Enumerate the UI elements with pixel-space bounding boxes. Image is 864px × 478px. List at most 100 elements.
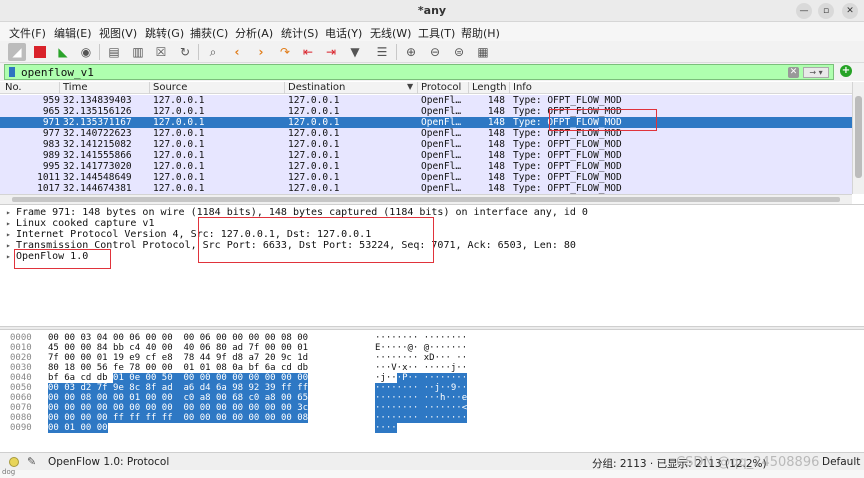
menu-wireless[interactable]: 无线(W): [370, 25, 411, 41]
bytes-hex[interactable]: 45 00 00 84 bb c4 40 00 40 06 80 ad 7f 0…: [48, 343, 308, 353]
interface-icon[interactable]: ◢: [8, 43, 26, 61]
display-filter-input[interactable]: openflow_v1 ✕ → ▾: [4, 64, 834, 80]
bytes-hex[interactable]: 80 18 00 56 fe 78 00 00 01 01 08 0a bf 6…: [48, 363, 308, 373]
packet-protocol: OpenFl…: [421, 95, 462, 106]
bytes-hex[interactable]: bf 6a cd db 01 0e 00 50 00 00 00 00 00 0…: [48, 373, 309, 383]
bytes-hex[interactable]: 00 00 03 04 00 06 00 00 00 06 00 00 00 0…: [48, 333, 308, 343]
zoom-out-icon[interactable]: ⊖: [426, 43, 444, 61]
packet-protocol: OpenFl…: [421, 128, 462, 139]
bytes-ascii[interactable]: ········ ········: [375, 333, 467, 343]
menu-statistics[interactable]: 统计(S): [281, 25, 319, 41]
edit-comment-icon[interactable]: ✎: [27, 455, 36, 468]
column-destination[interactable]: Destination: [285, 82, 418, 94]
bottom-strip: dog: [0, 468, 864, 478]
menu-edit[interactable]: 编辑(E): [54, 25, 92, 41]
display-filter-text[interactable]: openflow_v1: [21, 66, 94, 79]
hscroll-thumb[interactable]: [12, 197, 840, 202]
title-bar: *any — ▫ ✕: [0, 0, 864, 22]
toolbar-separator: [198, 44, 199, 60]
bytes-ascii[interactable]: ········ ··j··9··: [375, 383, 468, 393]
normal-size-icon[interactable]: ⊜: [450, 43, 468, 61]
capture-options-icon[interactable]: ◉: [77, 43, 95, 61]
packet-list-hscrollbar[interactable]: [0, 194, 852, 204]
last-packet-icon[interactable]: ⇥: [322, 43, 340, 61]
menu-file[interactable]: 文件(F): [9, 25, 46, 41]
column-time[interactable]: Time: [60, 82, 150, 94]
packet-source: 127.0.0.1: [153, 95, 205, 106]
packet-list-vscrollbar[interactable]: [852, 82, 864, 194]
bytes-ascii[interactable]: ····: [375, 423, 397, 433]
bytes-hex[interactable]: 00 00 08 00 00 01 00 00 c0 a8 00 68 c0 a…: [48, 393, 309, 403]
bookmark-icon[interactable]: [9, 67, 15, 77]
menu-analyze[interactable]: 分析(A): [235, 25, 273, 41]
close-icon[interactable]: ✕: [842, 3, 858, 19]
bytes-hex[interactable]: 00 01 00 00: [48, 423, 108, 433]
zoom-in-icon[interactable]: ⊕: [402, 43, 420, 61]
column-source[interactable]: Source: [150, 82, 285, 94]
packet-row[interactable]: 971 32.135371167 127.0.0.1 127.0.0.1 OpenFl……: [0, 117, 852, 128]
menu-go[interactable]: 跳转(G): [145, 25, 184, 41]
packet-source: 127.0.0.1: [153, 172, 205, 183]
expand-icon[interactable]: ▸: [6, 207, 16, 218]
apply-filter-button[interactable]: → ▾: [803, 67, 829, 78]
reload-icon[interactable]: ↻: [176, 43, 194, 61]
restart-capture-icon[interactable]: ◣: [54, 43, 72, 61]
bytes-ascii[interactable]: ········ ·······<: [375, 403, 468, 413]
packet-time: 32.140722623: [63, 128, 132, 139]
detail-linux-cooked[interactable]: ▸ Linux cooked capture v1: [6, 218, 154, 229]
resize-columns-icon[interactable]: ▦: [474, 43, 492, 61]
autoscroll-icon[interactable]: ▼: [346, 43, 364, 61]
menu-help[interactable]: 帮助(H): [461, 25, 500, 41]
bytes-ascii[interactable]: ········ ···h···e: [375, 393, 468, 403]
maximize-icon[interactable]: ▫: [818, 3, 834, 19]
go-back-icon[interactable]: ‹: [228, 43, 246, 61]
profile-selector[interactable]: Default: [822, 456, 860, 468]
bytes-hex[interactable]: 00 03 d2 7f 9e 8c 8f ad a6 d4 6a 98 92 3…: [48, 383, 309, 393]
column-info[interactable]: Info: [510, 82, 852, 94]
bytes-ascii[interactable]: ········ xD··· ··: [375, 353, 467, 363]
menu-view[interactable]: 视图(V): [99, 25, 137, 41]
bytes-hex[interactable]: 7f 00 00 01 19 e9 cf e8 78 44 9f d8 a7 2…: [48, 353, 308, 363]
packet-row[interactable]: 1017 32.144674381 127.0.0.1 127.0.0.1 OpenFl…: [0, 183, 852, 194]
vscroll-thumb[interactable]: [855, 96, 862, 178]
save-file-icon[interactable]: ▥: [129, 43, 147, 61]
packet-row[interactable]: 959 32.134839403 127.0.0.1 127.0.0.1 OpenFl……: [0, 95, 852, 106]
minimize-icon[interactable]: —: [796, 3, 812, 19]
menu-tools[interactable]: 工具(T): [418, 25, 455, 41]
packet-row[interactable]: 995 32.141773020 127.0.0.1 127.0.0.1 OpenFl……: [0, 161, 852, 172]
stop-capture-button[interactable]: [31, 43, 49, 61]
close-file-icon[interactable]: ☒: [152, 43, 170, 61]
filter-bar: openflow_v1 ✕ → ▾ +: [0, 63, 864, 81]
menu-telephony[interactable]: 电话(Y): [325, 25, 362, 41]
packet-row[interactable]: 989 32.141555866 127.0.0.1 127.0.0.1 OpenFl……: [0, 150, 852, 161]
expand-icon[interactable]: ▸: [6, 229, 16, 240]
clear-filter-icon[interactable]: ✕: [788, 67, 799, 78]
bytes-ascii[interactable]: ·j···P·· ········: [375, 373, 468, 383]
bytes-offset: 0060: [10, 393, 32, 403]
expert-info-icon[interactable]: [9, 457, 19, 467]
colorize-icon[interactable]: ☰: [373, 43, 391, 61]
find-packet-icon[interactable]: ⌕: [204, 43, 222, 61]
first-packet-icon[interactable]: ⇤: [299, 43, 317, 61]
bytes-hex[interactable]: 00 00 00 00 ff ff ff ff 00 00 00 00 00 0…: [48, 413, 309, 423]
bytes-offset: 0090: [10, 423, 32, 433]
packet-row[interactable]: 965 32.135156126 127.0.0.1 127.0.0.1 OpenFl……: [0, 106, 852, 117]
menu-capture[interactable]: 捕获(C): [190, 25, 228, 41]
add-filter-button-icon[interactable]: +: [840, 65, 852, 77]
go-forward-icon[interactable]: ›: [252, 43, 270, 61]
bytes-ascii[interactable]: E·····@· @·······: [375, 343, 467, 353]
packet-no: 971: [42, 117, 60, 128]
packet-row[interactable]: 983 32.141215082 127.0.0.1 127.0.0.1 OpenFl……: [0, 139, 852, 150]
packet-info: Type: OFPT_FLOW_MOD: [513, 139, 622, 150]
bytes-ascii[interactable]: ········ ········: [375, 413, 468, 423]
open-file-icon[interactable]: ▤: [105, 43, 123, 61]
column-protocol[interactable]: Protocol: [418, 82, 469, 94]
packet-row[interactable]: 1011 32.144548649 127.0.0.1 127.0.0.1 OpenFl…: [0, 172, 852, 183]
bytes-ascii[interactable]: ···V·x·· ·····j··: [375, 363, 467, 373]
bytes-hex[interactable]: 00 00 00 00 00 00 00 00 00 00 00 00 00 0…: [48, 403, 309, 413]
column-no[interactable]: No.: [2, 82, 60, 94]
packet-row[interactable]: 977 32.140722623 127.0.0.1 127.0.0.1 OpenFl……: [0, 128, 852, 139]
go-to-packet-icon[interactable]: ↷: [276, 43, 294, 61]
column-length[interactable]: Length: [469, 82, 510, 94]
expand-icon[interactable]: ▸: [6, 218, 16, 229]
